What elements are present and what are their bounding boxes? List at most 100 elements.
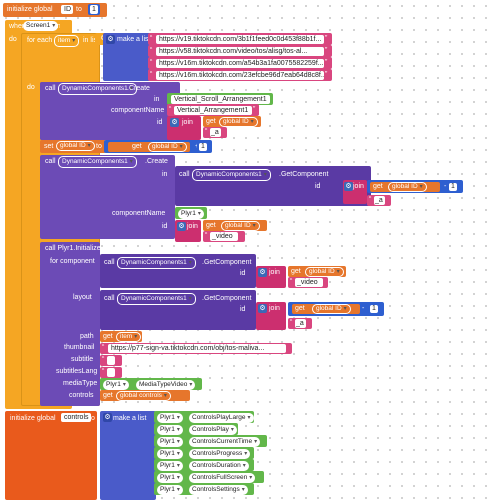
make-list-gear-icon[interactable] <box>103 413 112 422</box>
get-global-id-block[interactable]: get global ID <box>288 266 346 277</box>
set-global-id-block[interactable]: set global ID to <box>40 140 106 153</box>
get-global-id-block[interactable]: get global ID <box>203 220 267 231</box>
subtitles-lang-empty[interactable] <box>107 368 115 377</box>
control-component[interactable]: Plyr1 <box>157 412 183 423</box>
dynamic-components-dropdown[interactable]: DynamicComponents1 <box>58 156 137 168</box>
join-gear-icon[interactable] <box>258 304 267 313</box>
control-item-5[interactable]: Plyr1 ControlsDuration <box>154 459 254 471</box>
control-item-1[interactable]: Plyr1 ControlsPlayLarge <box>154 411 254 423</box>
number-one[interactable]: 1 <box>370 305 378 313</box>
control-value[interactable]: ControlsDuration <box>189 460 249 471</box>
get-global-id-block[interactable]: get global ID <box>292 304 360 314</box>
control-item-4[interactable]: Plyr1 ControlsProgress <box>154 447 254 459</box>
init-var-name[interactable]: controls <box>61 413 91 422</box>
media-type-block[interactable]: Plyr1 MediaTypeVideo <box>100 378 202 390</box>
dynamic-components-dropdown[interactable]: DynamicComponents1 <box>117 257 196 269</box>
get-component-block-layout[interactable]: call DynamicComponents1 .GetComponent id <box>100 290 256 330</box>
dynamic-components-dropdown[interactable]: DynamicComponents1 <box>117 293 196 305</box>
video-value[interactable]: _video <box>210 232 238 241</box>
control-value[interactable]: ControlsPlay <box>189 424 237 435</box>
url-4-block[interactable]: “ https://v16m.tiktokcdn.com/23efcbe96d7… <box>148 69 332 81</box>
get-component-block[interactable]: call DynamicComponents1 .GetComponent id <box>175 166 371 206</box>
url-3-block[interactable]: “ https://v16m.tiktokcdn.com/a54b3a1fa00… <box>148 57 332 69</box>
underscore-text-block[interactable]: “ _a <box>203 127 227 138</box>
component-name-value[interactable]: Plyr1 <box>178 208 204 219</box>
set-var-dropdown[interactable]: global ID <box>56 141 95 151</box>
control-item-3[interactable]: Plyr1 ControlsCurrentTime <box>154 435 267 447</box>
plyr-initialize-block[interactable]: call Plyr1.Initialize for component layo… <box>40 242 101 406</box>
loop-var[interactable]: item <box>54 35 80 47</box>
global-id-dropdown[interactable]: global ID <box>219 117 258 127</box>
control-value[interactable]: ControlsProgress <box>189 448 251 459</box>
number-one-block[interactable]: 1 <box>368 304 380 314</box>
join-block-5[interactable]: join <box>256 302 286 330</box>
make-list-gear-icon[interactable] <box>106 35 115 44</box>
video-value[interactable]: _video <box>295 278 323 287</box>
get-global-controls-block[interactable]: get global controls <box>100 390 190 401</box>
dynamic-components-dropdown[interactable]: DynamicComponents1 <box>58 83 137 95</box>
subtitle-text-block[interactable]: “ <box>100 355 122 366</box>
url-3[interactable]: https://v16m.tiktokcdn.com/a54b3a1fa0075… <box>156 58 324 68</box>
get-global-id-block[interactable]: get global ID <box>203 116 261 127</box>
number-one[interactable]: 1 <box>199 143 207 151</box>
number-value[interactable]: 1 <box>90 5 98 14</box>
global-id-dropdown[interactable]: global ID <box>388 182 427 192</box>
number-one-block[interactable]: 1 <box>447 182 459 192</box>
underscore-value[interactable]: _a <box>210 128 221 137</box>
make-list-controls-block[interactable]: make a list <box>100 411 156 500</box>
subtitles-lang-text-block[interactable]: “ <box>100 367 122 378</box>
control-value[interactable]: ControlsPlayLarge <box>189 412 254 423</box>
dynamic-components-dropdown[interactable]: DynamicComponents1 <box>192 169 271 181</box>
control-component[interactable]: Plyr1 <box>157 472 183 483</box>
make-list-urls-block[interactable]: make a list <box>103 33 151 81</box>
underscore-text-block[interactable]: “ _a <box>288 318 312 329</box>
control-item-7[interactable]: Plyr1 ControlsSettings <box>154 483 254 495</box>
global-id-dropdown[interactable]: global ID <box>221 221 260 231</box>
control-value[interactable]: ControlsFullScreen <box>189 472 256 483</box>
join-gear-icon[interactable] <box>177 222 186 231</box>
media-type-component[interactable]: Plyr1 <box>103 379 129 390</box>
thumbnail-value[interactable]: https://p77-sign-va.tiktokcdn.com/obj/to… <box>108 344 286 353</box>
number-block[interactable]: 1 <box>88 4 100 15</box>
url-2-block[interactable]: “ https://v58.tiktokcdn.com/video/tos/al… <box>148 45 332 57</box>
url-4[interactable]: https://v16m.tiktokcdn.com/23efcbe96d7ea… <box>156 70 324 80</box>
join-gear-icon[interactable] <box>258 268 267 277</box>
get-item-block[interactable]: get item <box>100 331 142 342</box>
global-id-dropdown[interactable]: global ID <box>312 304 351 314</box>
get-global-id-block[interactable]: get global ID <box>370 182 440 192</box>
component-name-value[interactable]: Vertical_Arrangement1 <box>174 105 252 115</box>
join-gear-icon[interactable] <box>170 118 179 127</box>
join-block-1[interactable]: join <box>167 116 201 140</box>
media-type-value[interactable]: MediaTypeVideo <box>136 379 196 390</box>
underscore-value[interactable]: _a <box>374 196 385 205</box>
control-item-2[interactable]: Plyr1 ControlsPlay <box>154 423 238 435</box>
url-2[interactable]: https://v58.tiktokcdn.com/video/tos/alis… <box>156 46 324 56</box>
in-value[interactable]: Vertical_Scroll_Arrangement1 <box>171 94 270 104</box>
join-block-2[interactable]: join <box>343 180 367 204</box>
join-block-3[interactable]: join <box>175 220 201 242</box>
item-dropdown[interactable]: item <box>116 332 142 342</box>
join-block-4[interactable]: join <box>256 266 286 288</box>
init-global-controls-block[interactable]: initialize global controls <box>5 411 97 500</box>
subtitle-empty[interactable] <box>107 356 115 365</box>
get-global-id-block[interactable]: get global ID <box>108 142 190 152</box>
control-item-6[interactable]: Plyr1 ControlsFullScreen <box>154 471 264 483</box>
global-id-dropdown[interactable]: global ID <box>305 267 344 277</box>
control-component[interactable]: Plyr1 <box>157 484 183 495</box>
number-one[interactable]: 1 <box>449 183 457 191</box>
component-name-text-block[interactable]: “ Vertical_Arrangement1 ” <box>167 104 259 116</box>
control-value[interactable]: ControlsCurrentTime <box>189 436 261 447</box>
underscore-text-block[interactable]: “ _a <box>367 195 391 206</box>
control-component[interactable]: Plyr1 <box>157 436 183 447</box>
video-text-block[interactable]: “ _video <box>288 277 328 288</box>
create-call-block-2[interactable]: call DynamicComponents1 .Create in compo… <box>40 155 175 239</box>
init-var-name[interactable]: ID <box>61 5 73 14</box>
control-value[interactable]: ControlsSettings <box>189 484 248 495</box>
join-gear-icon[interactable] <box>344 182 353 191</box>
control-component[interactable]: Plyr1 <box>157 448 183 459</box>
number-one-block[interactable]: 1 <box>197 142 209 152</box>
global-controls-dropdown[interactable]: global controls <box>116 391 171 401</box>
thumbnail-text-block[interactable]: “ https://p77-sign-va.tiktokcdn.com/obj/… <box>100 343 292 354</box>
plyr1-component-block[interactable]: Plyr1 <box>175 207 207 219</box>
global-id-dropdown[interactable]: global ID <box>148 142 187 152</box>
